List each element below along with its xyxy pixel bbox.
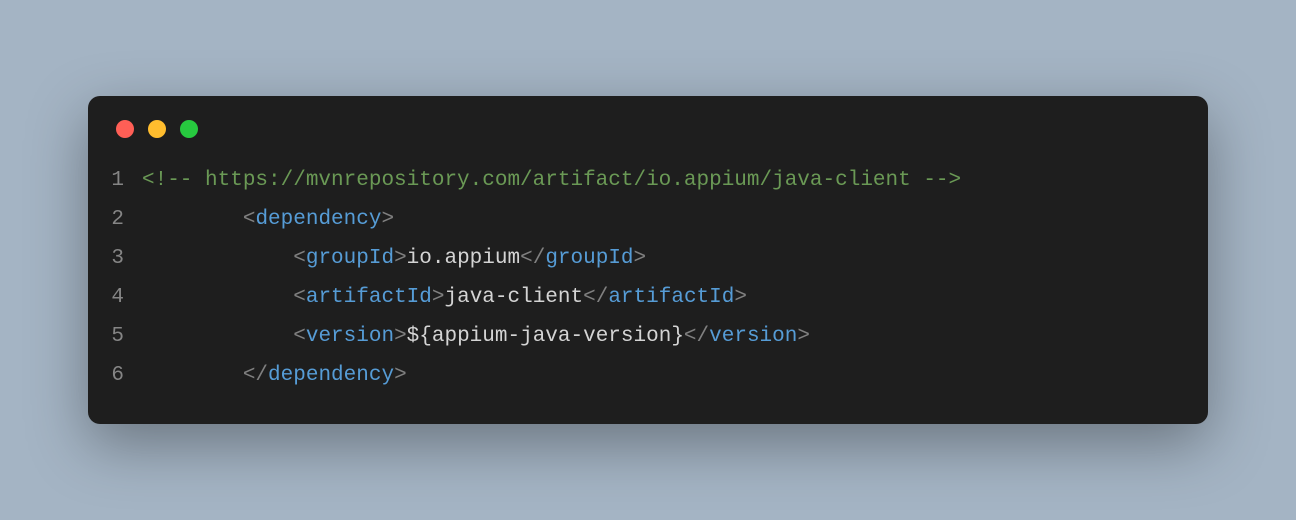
token-text: java-client xyxy=(444,286,583,309)
token-tag: version xyxy=(306,325,394,348)
code-line[interactable]: 2 <dependency> xyxy=(88,201,1208,240)
line-number: 4 xyxy=(88,279,142,318)
maximize-icon[interactable] xyxy=(180,120,198,138)
token-bracket: > xyxy=(381,208,394,231)
line-content[interactable]: <!-- https://mvnrepository.com/artifact/… xyxy=(142,162,1208,201)
token-bracket: </ xyxy=(684,325,709,348)
line-number: 5 xyxy=(88,318,142,357)
code-line[interactable]: 4 <artifactId>java-client</artifactId> xyxy=(88,279,1208,318)
line-number: 2 xyxy=(88,201,142,240)
token-bracket: < xyxy=(293,247,306,270)
token-bracket: > xyxy=(634,247,647,270)
window-controls xyxy=(88,120,1208,162)
token-tag: dependency xyxy=(255,208,381,231)
token-bracket: </ xyxy=(243,364,268,387)
code-editor-window: 1<!-- https://mvnrepository.com/artifact… xyxy=(88,96,1208,423)
line-number: 6 xyxy=(88,357,142,396)
token-bracket: </ xyxy=(520,247,545,270)
code-line[interactable]: 5 <version>${appium-java-version}</versi… xyxy=(88,318,1208,357)
token-tag: dependency xyxy=(268,364,394,387)
token-bracket: > xyxy=(394,325,407,348)
code-content[interactable]: 1<!-- https://mvnrepository.com/artifact… xyxy=(88,162,1208,395)
token-tag: version xyxy=(709,325,797,348)
line-content[interactable]: <artifactId>java-client</artifactId> xyxy=(142,279,1208,318)
token-comment: <!-- https://mvnrepository.com/artifact/… xyxy=(142,169,961,192)
token-bracket: > xyxy=(394,364,407,387)
token-bracket: > xyxy=(394,247,407,270)
line-content[interactable]: <groupId>io.appium</groupId> xyxy=(142,240,1208,279)
token-tag: groupId xyxy=(545,247,633,270)
close-icon[interactable] xyxy=(116,120,134,138)
line-number: 1 xyxy=(88,162,142,201)
code-line[interactable]: 1<!-- https://mvnrepository.com/artifact… xyxy=(88,162,1208,201)
code-line[interactable]: 3 <groupId>io.appium</groupId> xyxy=(88,240,1208,279)
token-bracket: > xyxy=(797,325,810,348)
line-content[interactable]: </dependency> xyxy=(142,357,1208,396)
token-bracket: < xyxy=(293,286,306,309)
token-bracket: > xyxy=(734,286,747,309)
token-bracket: > xyxy=(432,286,445,309)
token-bracket: < xyxy=(243,208,256,231)
line-number: 3 xyxy=(88,240,142,279)
token-tag: groupId xyxy=(306,247,394,270)
minimize-icon[interactable] xyxy=(148,120,166,138)
line-content[interactable]: <version>${appium-java-version}</version… xyxy=(142,318,1208,357)
token-tag: artifactId xyxy=(306,286,432,309)
line-content[interactable]: <dependency> xyxy=(142,201,1208,240)
token-text: io.appium xyxy=(407,247,520,270)
token-text: ${appium-java-version} xyxy=(407,325,684,348)
token-bracket: </ xyxy=(583,286,608,309)
token-bracket: < xyxy=(293,325,306,348)
token-tag: artifactId xyxy=(608,286,734,309)
code-line[interactable]: 6 </dependency> xyxy=(88,357,1208,396)
